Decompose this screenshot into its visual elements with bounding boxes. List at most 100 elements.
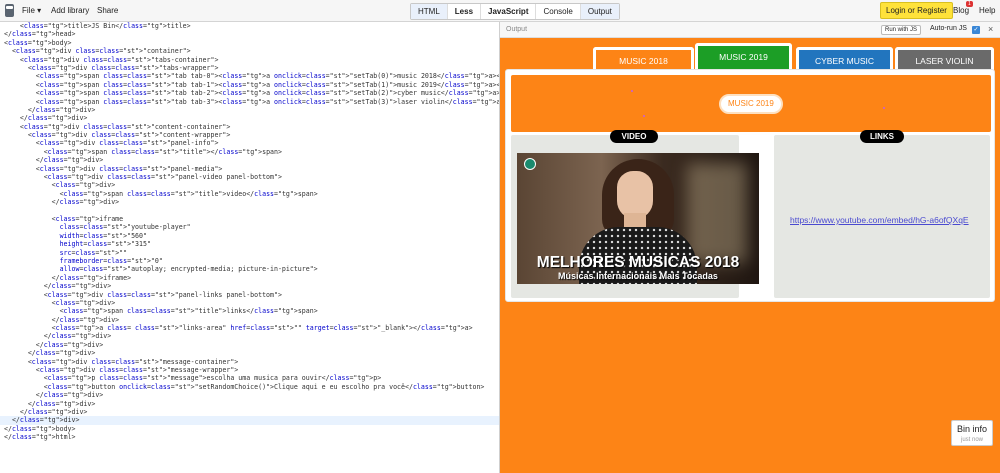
code-line[interactable]: <class="tg">span class=class="st">"title… (0, 148, 499, 156)
links-title: LINKS (860, 130, 904, 143)
bin-info-button[interactable]: Bin info just now (951, 420, 993, 446)
code-line[interactable]: </class="tg">div> (0, 198, 499, 206)
add-library-menu[interactable]: Add library (51, 6, 89, 15)
file-menu[interactable]: File ▾ (22, 6, 41, 15)
tab-javascript[interactable]: JavaScript (481, 4, 537, 19)
code-line[interactable]: <class="tg">div class=class="st">"conten… (0, 123, 499, 131)
bin-info-title: Bin info (956, 424, 988, 434)
code-line[interactable]: <class="tg">span class=class="st">"tab t… (0, 81, 499, 89)
code-line[interactable]: class=class="st">"youtube-player" (0, 223, 499, 231)
code-line[interactable]: <class="tg">div class=class="st">"tabs-c… (0, 56, 499, 64)
auto-run-checkbox[interactable]: ✓ (972, 26, 980, 34)
help-link[interactable]: Help (979, 6, 995, 15)
tab-output[interactable]: Output (580, 4, 619, 19)
code-line[interactable]: <class="tg">span class=class="st">"tab t… (0, 98, 499, 106)
tab-label: LASER VIOLIN (915, 56, 974, 66)
video-thumbnail-figure-face (617, 171, 653, 219)
tab-music-2018[interactable]: MUSIC 2018 (593, 47, 694, 70)
video-thumbnail-subtitle: Músicas Internacionais Mais Tocadas (558, 271, 718, 281)
code-line[interactable]: <class="tg">div class=class="st">"panel-… (0, 173, 499, 181)
panel-info: MUSIC 2019 (511, 75, 991, 132)
bin-info-subtitle: just now (960, 437, 983, 443)
tab-html[interactable]: HTML (411, 4, 448, 19)
content-container: MUSIC 2019 VIDEO MELHORES MUSICAS 2018 M… (505, 69, 995, 302)
tab-music-2019[interactable]: MUSIC 2019 (695, 43, 792, 70)
sparkle-dot (631, 90, 633, 92)
code-line[interactable]: </class="tg">div> (0, 156, 499, 164)
html-code-editor[interactable]: <class="tg">title>JS Bin</class="tg">tit… (0, 22, 500, 473)
blog-link[interactable]: Blog (953, 6, 969, 15)
code-line[interactable]: </class="tg">div> (0, 316, 499, 324)
video-title: VIDEO (610, 130, 658, 143)
code-line[interactable]: </class="tg">div> (0, 332, 499, 340)
code-line[interactable]: </class="tg">iframe> (0, 274, 499, 282)
login-register-button[interactable]: Login or Register (880, 2, 953, 19)
code-line[interactable]: <class="tg">span class=class="st">"title… (0, 307, 499, 315)
code-line[interactable]: </class="tg">div> (0, 408, 499, 416)
tab-cyber-music[interactable]: CYBER MUSIC (796, 47, 893, 70)
code-line[interactable]: <class="tg">div class=class="st">"messag… (0, 358, 499, 366)
auto-run-label: Auto-run JS (930, 25, 967, 32)
code-line[interactable]: <class="tg">div> (0, 299, 499, 307)
tab-label: MUSIC 2018 (619, 56, 668, 66)
sparkle-dot (883, 107, 885, 109)
close-output-icon[interactable]: × (988, 24, 993, 34)
share-menu[interactable]: Share (97, 6, 118, 15)
code-line[interactable]: </class="tg">div> (0, 349, 499, 357)
code-line[interactable]: <class="tg">span class=class="st">"tab t… (0, 72, 499, 80)
code-line[interactable]: <class="tg">div> (0, 181, 499, 189)
tab-label: MUSIC 2019 (719, 52, 768, 62)
code-line[interactable]: <class="tg">span class=class="st">"title… (0, 190, 499, 198)
code-line[interactable]: <class="tg">iframe (0, 215, 499, 223)
tab-console[interactable]: Console (536, 4, 581, 19)
code-line[interactable]: <class="tg">div class=class="st">"panel-… (0, 291, 499, 299)
code-line[interactable]: src=class="st">"" (0, 249, 499, 257)
jsbin-logo-icon[interactable] (5, 4, 14, 17)
code-line[interactable]: <class="tg">div class=class="st">"panel-… (0, 139, 499, 147)
code-line[interactable]: allow=class="st">"autoplay; encrypted-me… (0, 265, 499, 273)
code-line[interactable]: <class="tg">div class=class="st">"panel-… (0, 165, 499, 173)
code-line[interactable]: <class="tg">div class=class="st">"tabs-w… (0, 64, 499, 72)
code-line[interactable]: <class="tg">span class=class="st">"tab t… (0, 89, 499, 97)
code-line[interactable]: <class="tg">body> (0, 39, 499, 47)
code-line[interactable]: <class="tg">title>JS Bin</class="tg">tit… (0, 22, 499, 30)
run-with-js-button[interactable]: Run with JS (881, 25, 922, 35)
output-label: Output (506, 26, 528, 33)
panel-video: VIDEO MELHORES MUSICAS 2018 Músicas Inte… (511, 130, 759, 298)
code-line[interactable]: <class="tg">button onclick=class="st">"s… (0, 383, 499, 391)
code-line[interactable]: </class="tg">div> (0, 106, 499, 114)
panel-toggle-group: HTML Less JavaScript Console Output (410, 3, 620, 20)
code-line[interactable]: <class="tg">div class=class="st">"contai… (0, 47, 499, 55)
code-line[interactable]: </class="tg">div> (0, 416, 499, 425)
code-line[interactable]: </class="tg">div> (0, 114, 499, 122)
code-line[interactable]: frameborder=class="st">"0" (0, 257, 499, 265)
code-line[interactable]: </class="tg">div> (0, 391, 499, 399)
code-line[interactable]: <class="tg">div class=class="st">"messag… (0, 366, 499, 374)
code-line[interactable]: height=class="st">"315" (0, 240, 499, 248)
output-preview: MUSIC 2018 MUSIC 2019 CYBER MUSIC LASER … (500, 38, 1000, 473)
tab-laser-violin[interactable]: LASER VIOLIN (895, 47, 994, 70)
video-thumbnail-light (687, 163, 747, 263)
code-line[interactable]: </class="tg">div> (0, 282, 499, 290)
youtube-player[interactable]: MELHORES MUSICAS 2018 Músicas Internacio… (517, 153, 759, 284)
code-line[interactable]: </class="tg">html> (0, 433, 499, 441)
code-line[interactable]: <class="tg">div class=class="st">"conten… (0, 131, 499, 139)
code-line[interactable]: width=class="st">"560" (0, 232, 499, 240)
code-line[interactable]: </class="tg">div> (0, 341, 499, 349)
panel-links: LINKS https://www.youtube.com/embed/hG-a… (774, 130, 990, 298)
output-panel-header: Output Run with JS Auto-run JS ✓ × (500, 22, 1000, 38)
code-line[interactable]: </class="tg">head> (0, 30, 499, 38)
links-area-link[interactable]: https://www.youtube.com/embed/hG-a6ofQXq… (790, 215, 969, 225)
code-line[interactable]: <class="tg">p class=class="st">"message"… (0, 374, 499, 382)
tab-label: CYBER MUSIC (814, 56, 875, 66)
sparkle-dot (643, 115, 645, 117)
tab-less[interactable]: Less (447, 4, 482, 19)
blog-notification-badge: 1 (966, 1, 973, 7)
code-line[interactable]: </class="tg">body> (0, 425, 499, 433)
channel-avatar-icon[interactable] (524, 158, 536, 170)
code-line[interactable]: </class="tg">div> (0, 400, 499, 408)
code-line[interactable] (0, 207, 499, 215)
current-tab-title: MUSIC 2019 (719, 94, 783, 114)
code-line[interactable]: <class="tg">a class= class="st">"links-a… (0, 324, 499, 332)
app-toolbar: File ▾ Add library Share HTML Less JavaS… (0, 0, 1000, 22)
